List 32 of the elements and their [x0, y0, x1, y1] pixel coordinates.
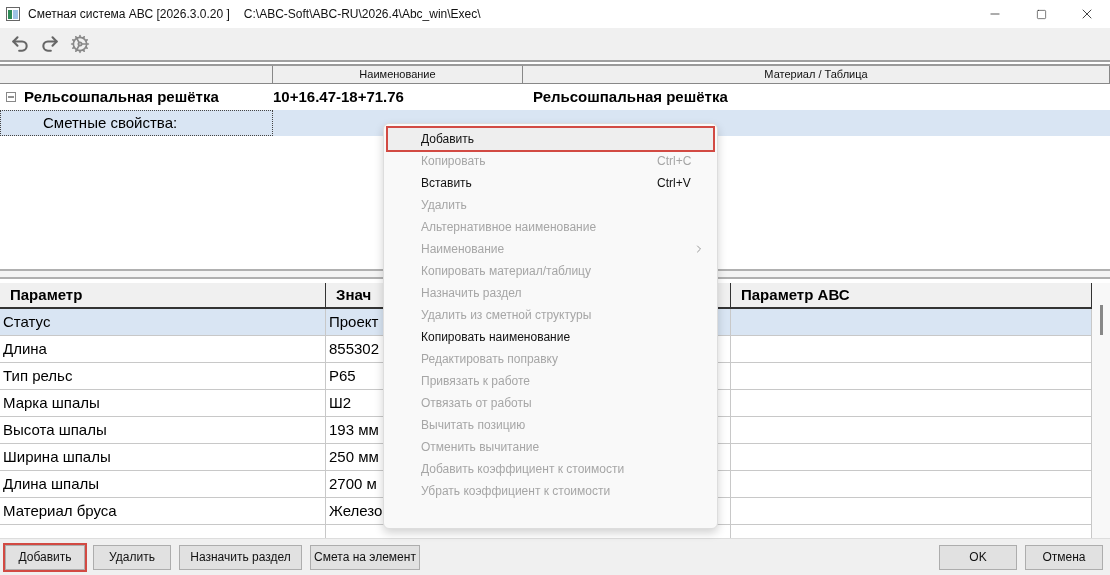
undo-icon[interactable]	[10, 33, 30, 54]
column-header: Материал / Таблица	[523, 65, 1110, 84]
table-cell: Материал бруса	[0, 498, 326, 526]
column-header: Наименование	[273, 65, 523, 84]
redo-icon[interactable]	[40, 33, 60, 54]
menu-item[interactable]: Вставить Ctrl+V	[388, 172, 713, 194]
tree-cell-text: 10+16.47-18+71.76	[273, 88, 405, 106]
column-header: Параметр	[0, 283, 326, 310]
table-cell: Длина шпалы	[0, 471, 326, 499]
app-icon	[6, 7, 20, 21]
table-cell: Ширина шпалы	[0, 444, 326, 472]
table-cell: Высота шпалы	[0, 417, 326, 445]
table-cell: Статус	[0, 309, 326, 337]
ok-button[interactable]: OK	[939, 544, 1017, 570]
column-header: Параметр АВС	[731, 283, 1092, 310]
cancel-button[interactable]: Отмена	[1025, 544, 1103, 570]
action-button[interactable]: Удалить	[93, 544, 171, 570]
table-cell: Длина	[0, 336, 326, 364]
window-path: C:\ABC-Soft\ABC-RU\2026.4\Abc_win\Exec\	[243, 7, 481, 21]
action-button[interactable]: Назначить раздел	[179, 544, 302, 570]
tree-item[interactable]: Сметные свойства:	[0, 109, 273, 136]
action-button[interactable]: Добавить	[5, 544, 85, 570]
tree-cell-text: Рельсошпальная решётка	[532, 88, 729, 106]
action-button[interactable]: Смета на элемент	[310, 544, 420, 570]
maximize-icon[interactable]	[1035, 8, 1047, 20]
table-cell: Тип рельс	[0, 363, 326, 391]
table-cell: Марка шпалы	[0, 390, 326, 418]
settings-icon[interactable]	[70, 33, 90, 54]
menu-item[interactable]: Добавить	[388, 128, 713, 150]
window-title: Сметная система АВС [2026.3.0.20 ]	[28, 7, 230, 21]
collapse-icon[interactable]	[6, 91, 16, 102]
tree-item[interactable]: Рельсошпальная решётка	[24, 88, 219, 106]
